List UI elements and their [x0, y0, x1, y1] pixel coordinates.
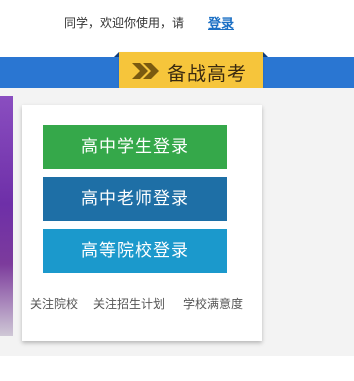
college-login-button[interactable]: 高等院校登录 — [43, 229, 227, 273]
top-header: 同学，欢迎你使用，请 登录 — [0, 0, 354, 44]
carousel-image-edge — [0, 96, 13, 336]
banner-fold-left — [114, 52, 119, 57]
exam-prep-banner[interactable]: 备战高考 — [114, 52, 268, 90]
follow-colleges-link[interactable]: 关注院校 — [30, 295, 78, 312]
follow-enrollment-plan-link[interactable]: 关注招生计划 — [93, 295, 165, 312]
welcome-text: 同学，欢迎你使用，请 — [64, 16, 185, 30]
banner-title: 备战高考 — [167, 63, 248, 85]
school-satisfaction-link[interactable]: 学校满意度 — [183, 295, 243, 312]
login-link[interactable]: 登录 — [208, 13, 234, 32]
login-panel: 高中学生登录 高中老师登录 高等院校登录 关注院校 关注招生计划 学校满意度 — [22, 105, 262, 341]
double-chevron-right-icon — [132, 63, 159, 79]
banner-fold-right — [263, 52, 268, 57]
student-login-button[interactable]: 高中学生登录 — [43, 125, 227, 169]
teacher-login-button[interactable]: 高中老师登录 — [43, 177, 227, 221]
